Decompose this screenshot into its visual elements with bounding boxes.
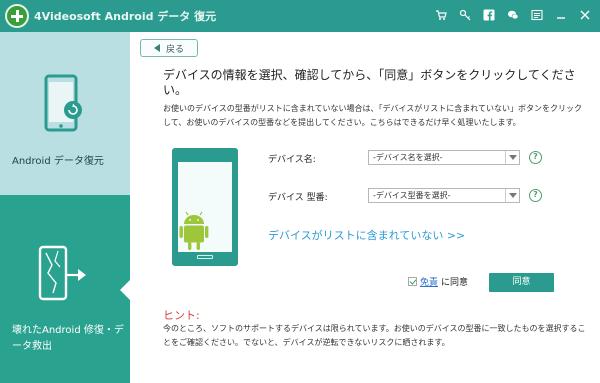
agree-button[interactable]: 同意 — [489, 273, 554, 292]
sidebar-item-label: Android データ復元 — [12, 156, 104, 167]
device-model-select[interactable]: -デバイス型番を選択- — [368, 188, 520, 203]
back-button-label: 戻る — [165, 44, 184, 55]
terms-link[interactable]: 免責 — [420, 275, 438, 288]
phone-home-button — [197, 255, 213, 259]
device-name-value: -デバイス名を選択- — [373, 153, 443, 162]
device-not-in-list-link[interactable]: デバイスがリストに含まれていない >> — [268, 227, 465, 243]
title-bar: 4Videosoft Android データ 復元 — [0, 0, 600, 32]
sidebar-item-label: 壊れたAndroid 修復・データ救出 — [12, 325, 124, 352]
main-panel: 戻る デバイスの情報を選択、確認してから、「同意」ボタンをクリックしてください。… — [130, 32, 600, 383]
close-icon[interactable] — [576, 6, 594, 24]
android-robot-icon — [179, 211, 209, 250]
phone-screen — [178, 162, 232, 252]
minimize-icon[interactable] — [552, 6, 570, 24]
sidebar-item-android-data-recovery[interactable]: Android データ復元 — [0, 32, 130, 195]
page-description: お使いのデバイスの型番がリストに含まれていない場合は、「デバイスがリストに含まれ… — [163, 104, 583, 127]
hint-text: 今のところ、ソフトのサポートするデバイスは限られています。お使いのデバイスの型番… — [163, 324, 586, 347]
back-arrow-icon — [153, 44, 160, 52]
agree-label: に同意 — [441, 278, 469, 288]
titlebar-controls — [432, 6, 594, 24]
agree-row: 免責 に同意 — [408, 275, 468, 288]
broken-phone-icon — [38, 245, 86, 301]
menu-icon[interactable] — [528, 6, 546, 24]
device-model-help-icon[interactable]: ? — [529, 189, 542, 202]
sidebar-item-broken-android-repair[interactable]: 壊れたAndroid 修復・データ救出 — [0, 195, 130, 383]
chevron-down-icon[interactable] — [505, 151, 519, 164]
app-title: 4Videosoft Android データ 復元 — [34, 10, 217, 23]
device-model-value: -デバイス型番を選択- — [373, 191, 451, 200]
device-name-help-icon[interactable]: ? — [529, 151, 542, 164]
facebook-icon[interactable] — [480, 6, 498, 24]
chevron-down-icon[interactable] — [505, 189, 519, 202]
chat-icon[interactable] — [504, 6, 522, 24]
hint-title: ヒント: — [163, 309, 200, 322]
app-logo-icon — [5, 4, 29, 28]
device-name-select[interactable]: -デバイス名を選択- — [368, 150, 520, 165]
device-model-label: デバイス 型番: — [268, 193, 328, 203]
android-phone-illustration — [172, 148, 238, 266]
cart-icon[interactable] — [432, 6, 450, 24]
device-name-label: デバイス名: — [268, 155, 316, 165]
phone-recovery-icon — [44, 74, 82, 132]
agree-checkbox[interactable] — [408, 277, 417, 286]
page-heading: デバイスの情報を選択、確認してから、「同意」ボタンをクリックしてください。 — [163, 68, 576, 97]
sidebar: Android データ復元 壊れたAndroid 修復・データ救出 — [0, 32, 130, 383]
key-icon[interactable] — [456, 6, 474, 24]
selected-indicator — [120, 280, 130, 300]
back-button[interactable]: 戻る — [140, 39, 198, 57]
